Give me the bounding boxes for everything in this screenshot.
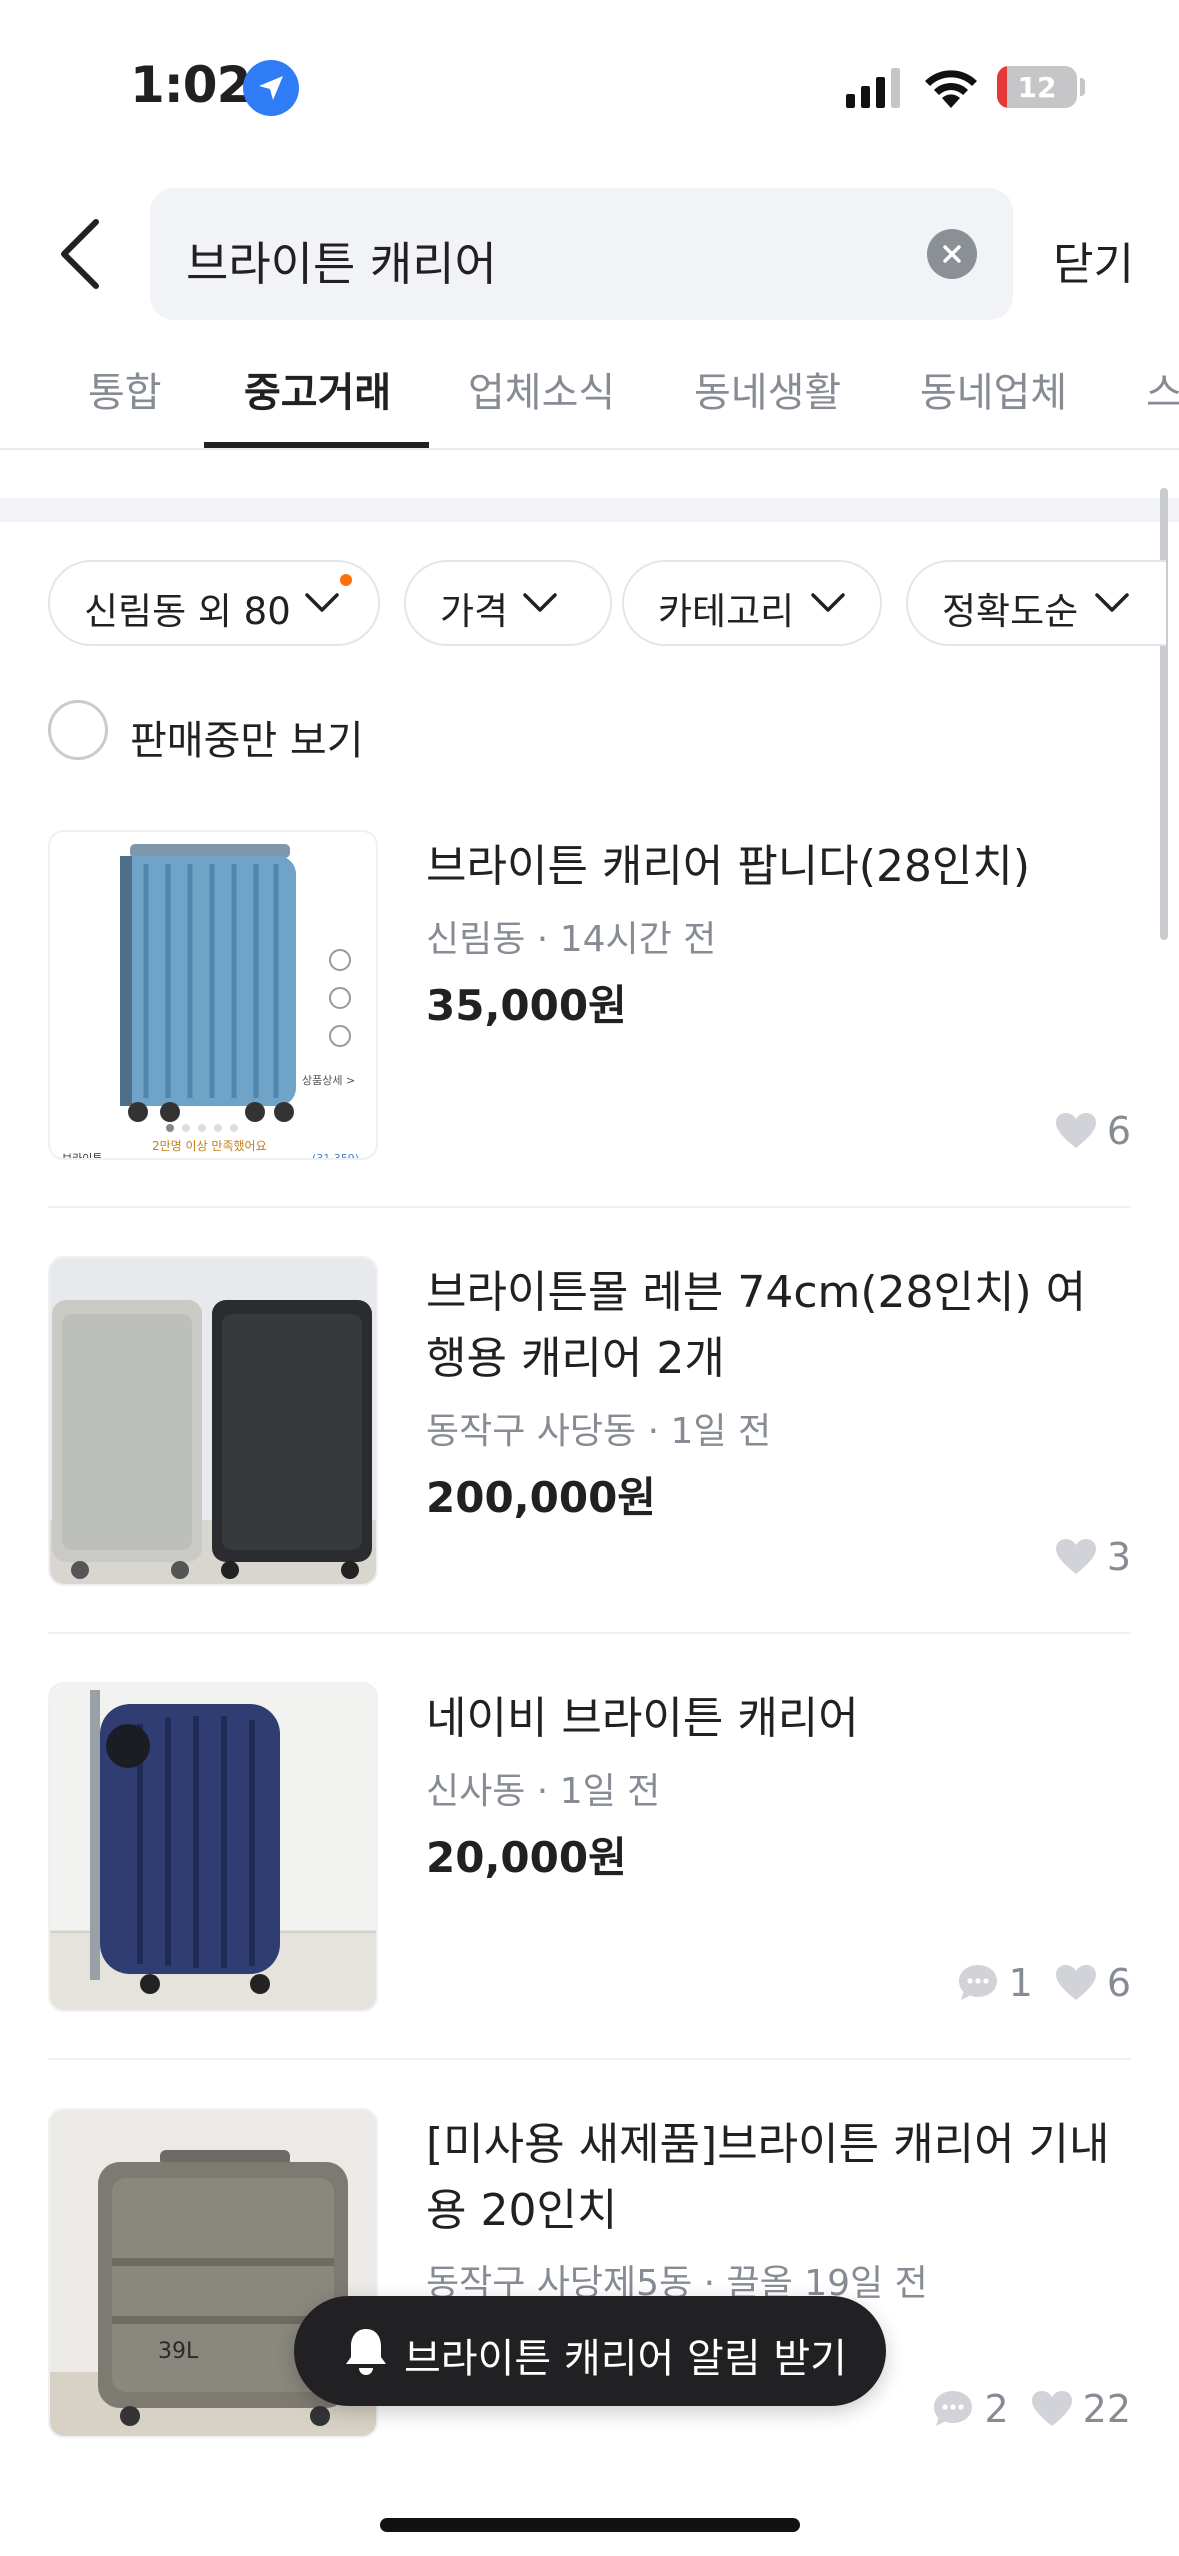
list-divider xyxy=(48,1206,1131,1208)
like-count: 3 xyxy=(1106,1535,1131,1579)
listing-title: 브라이튼 캐리어 팝니다(28인치) xyxy=(426,841,1031,892)
like-count: 6 xyxy=(1106,1109,1131,1153)
search-query[interactable]: 브라이튼 캐리어 xyxy=(186,228,497,294)
tab-used-trade[interactable]: 중고거래 xyxy=(244,360,391,418)
like-count: 22 xyxy=(1082,2387,1131,2431)
tab-more[interactable]: 스 xyxy=(1146,360,1179,418)
listing-title: [미사용 새제품]브라이튼 캐리어 기내용 20인치 xyxy=(426,2119,1110,2236)
chat-count: 1 xyxy=(1008,1961,1033,2005)
location-arrow-icon xyxy=(243,60,299,116)
home-indicator[interactable] xyxy=(380,2518,800,2532)
on-sale-only-label: 판매중만 보기 xyxy=(130,718,364,764)
cellular-signal-icon xyxy=(846,68,900,108)
like-count: 6 xyxy=(1106,1961,1131,2005)
filter-active-dot xyxy=(340,574,352,586)
filter-sort[interactable]: 정확도순 xyxy=(906,560,1166,646)
chat-bubble-icon xyxy=(958,1965,997,2000)
list-item[interactable]: 브라이튼몰 레븐 74cm(28인치) 여행용 캐리어 2개 동작구 사당동 ·… xyxy=(0,1256,1179,1636)
search-tabs: 통합 중고거래 업체소식 동네생활 동네업체 스 xyxy=(0,330,1179,450)
tab-all[interactable]: 통합 xyxy=(88,360,162,418)
product-thumbnail xyxy=(48,1256,378,1586)
status-bar: 1:02 12 xyxy=(0,0,1179,150)
filter-category-label: 카테고리 xyxy=(658,590,795,633)
product-thumbnail xyxy=(48,1682,378,2012)
thumb-satisfaction-text: 2만명 이상 만족했어요 xyxy=(152,1139,267,1153)
battery-level: 12 xyxy=(1017,71,1057,104)
listing-counts: 3 xyxy=(1055,1532,1131,1582)
listing-price: 200,000원 xyxy=(426,1473,656,1522)
heart-icon xyxy=(1055,1539,1096,1574)
thumb-detail-text: 상품상세 > xyxy=(302,1074,355,1087)
chat-count: 2 xyxy=(984,2387,1009,2431)
back-arrow-icon[interactable] xyxy=(54,216,114,292)
listing-price: 20,000원 xyxy=(426,1833,627,1882)
clear-search-icon[interactable] xyxy=(927,229,977,279)
chevron-down-icon xyxy=(811,593,845,612)
filter-location[interactable]: 신림동 외 80 xyxy=(48,560,380,646)
battery-tip xyxy=(1080,78,1085,96)
listing-location-time: 신림동 · 14시간 전 xyxy=(426,919,717,960)
filter-sort-label: 정확도순 xyxy=(942,590,1079,633)
chevron-down-icon xyxy=(1095,593,1129,612)
filter-location-label: 신림동 외 80 xyxy=(84,590,291,633)
filter-price[interactable]: 가격 xyxy=(404,560,612,646)
list-divider xyxy=(48,1632,1131,1634)
product-thumbnail: 상품상세 > 2만명 이상 만족했어요 브라이튼 (31,359) xyxy=(48,830,378,1160)
listing-location-time: 신사동 · 1일 전 xyxy=(426,1771,661,1812)
heart-icon xyxy=(1055,1113,1096,1148)
bell-icon xyxy=(346,2329,386,2375)
thumb-review-count: (31,359) xyxy=(312,1152,359,1160)
filter-price-label: 가격 xyxy=(440,590,509,633)
checkbox-circle-icon[interactable] xyxy=(48,700,108,760)
battery-charging-icon: 12 xyxy=(997,66,1077,108)
list-divider xyxy=(48,2058,1131,2060)
status-time: 1:02 xyxy=(130,56,251,114)
suitcase-image xyxy=(50,1258,376,1584)
wifi-icon xyxy=(925,70,977,108)
listing-counts: 1 6 xyxy=(957,1958,1131,2008)
suitcase-image: 상품상세 > 2만명 이상 만족했어요 브라이튼 (31,359) xyxy=(50,832,376,1160)
keyword-alert-button[interactable]: 브라이튼 캐리어 알림 받기 xyxy=(294,2296,886,2406)
listing-title: 브라이튼몰 레븐 74cm(28인치) 여행용 캐리어 2개 xyxy=(426,1267,1087,1384)
listing-counts: 6 xyxy=(1055,1106,1131,1156)
suitcase-image xyxy=(50,1684,376,2010)
chevron-down-icon xyxy=(305,593,339,612)
chevron-down-icon xyxy=(523,593,557,612)
search-input[interactable]: 브라이튼 캐리어 xyxy=(150,188,1013,320)
tab-business-news[interactable]: 업체소식 xyxy=(468,360,615,418)
keyword-alert-label: 브라이튼 캐리어 알림 받기 xyxy=(404,2336,847,2382)
active-tab-indicator xyxy=(204,442,429,448)
listing-counts: 2 22 xyxy=(932,2384,1131,2434)
chat-bubble-icon xyxy=(934,2391,973,2426)
filter-category[interactable]: 카테고리 xyxy=(622,560,882,646)
section-divider xyxy=(0,498,1179,522)
thumb-capacity-text: 39L xyxy=(158,2339,199,2364)
tab-local-business[interactable]: 동네업체 xyxy=(920,360,1067,418)
thumb-brand-text: 브라이튼 xyxy=(62,1152,102,1160)
heart-icon xyxy=(1031,2391,1072,2426)
list-item[interactable]: 네이비 브라이튼 캐리어 신사동 · 1일 전 20,000원 1 6 xyxy=(0,1682,1179,2062)
tab-neighborhood-life[interactable]: 동네생활 xyxy=(694,360,841,418)
close-button[interactable]: 닫기 xyxy=(1053,228,1134,292)
listing-price: 35,000원 xyxy=(426,981,627,1030)
listing-title: 네이비 브라이튼 캐리어 xyxy=(426,1693,859,1744)
list-item[interactable]: 상품상세 > 2만명 이상 만족했어요 브라이튼 (31,359) 브라이튼 캐… xyxy=(0,830,1179,1210)
heart-icon xyxy=(1055,1965,1096,2000)
listing-location-time: 동작구 사당동 · 1일 전 xyxy=(426,1411,772,1452)
